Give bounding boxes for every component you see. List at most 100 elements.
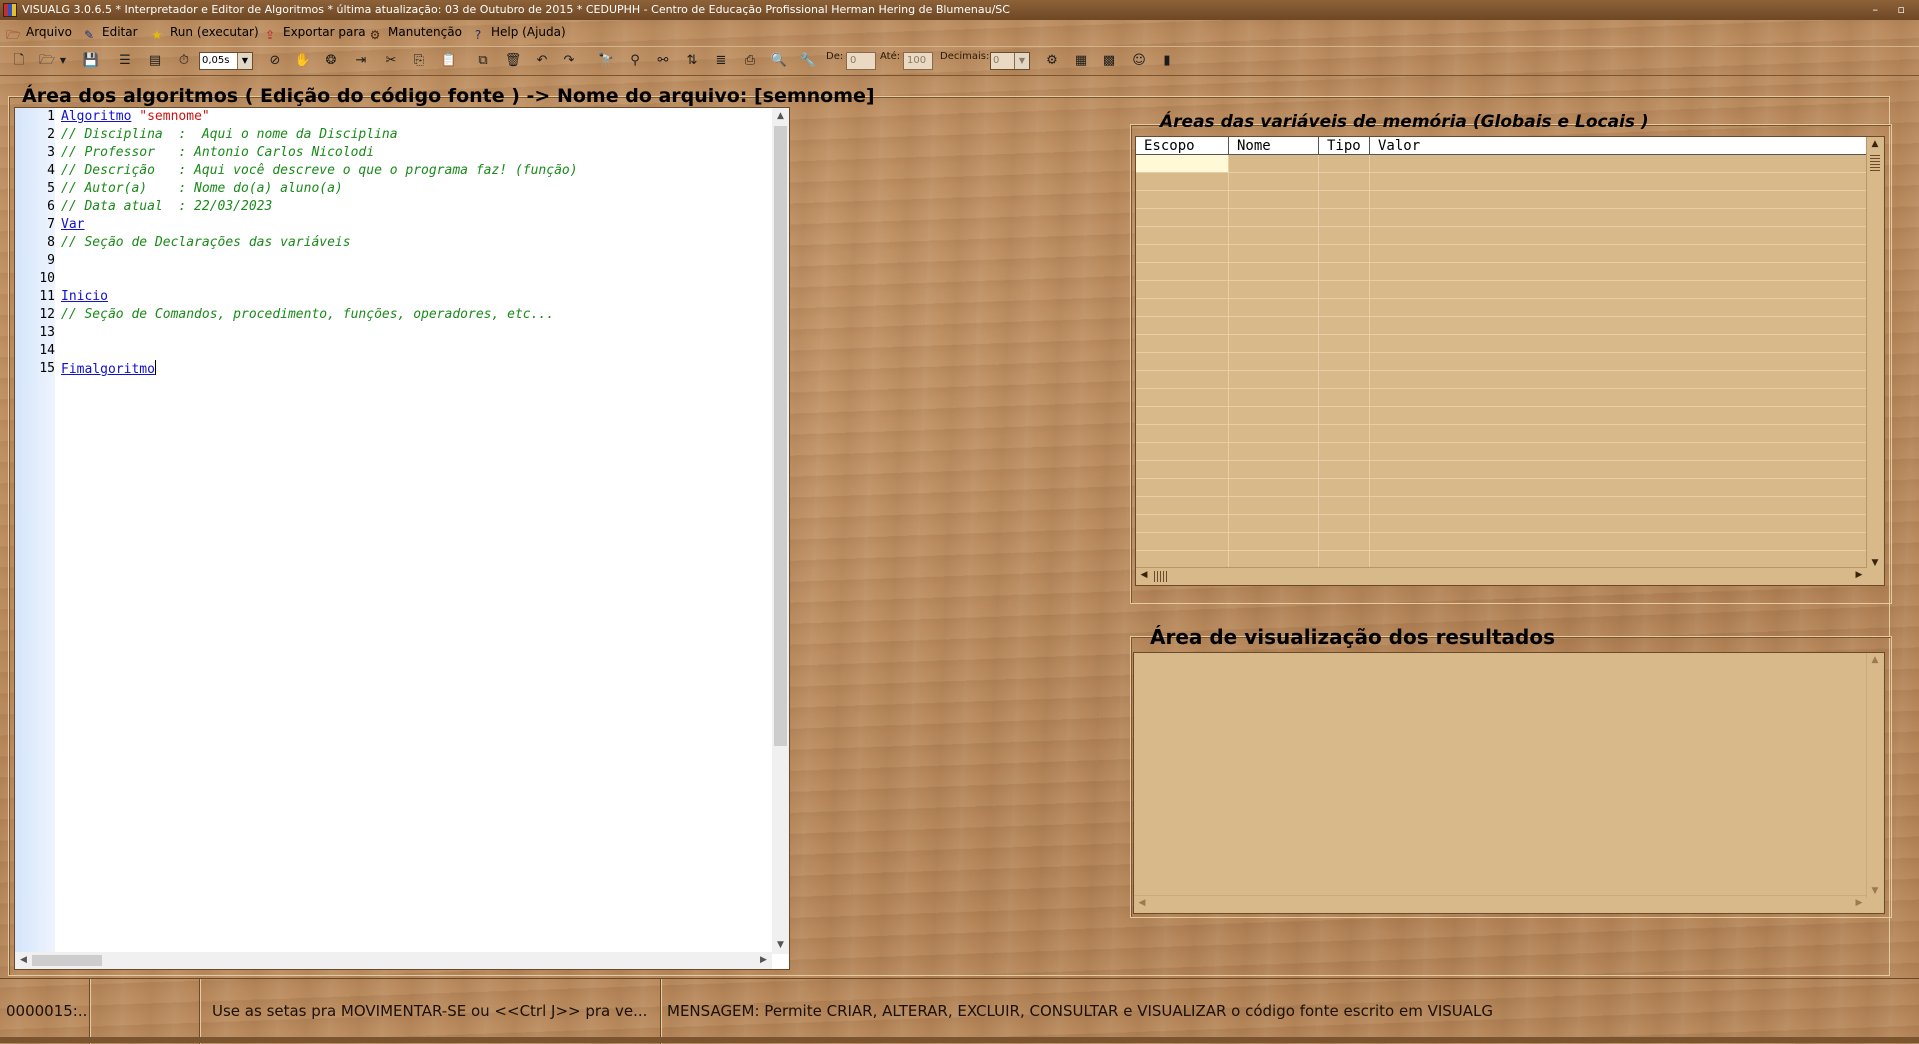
code-line[interactable]: 12 // Seção de Comandos, procedimento, fu…	[15, 306, 755, 324]
grid-vertical-scrollbar[interactable]: ▲ ▼	[1866, 137, 1884, 570]
variables-title: Áreas das variáveis de memória (Globais …	[1160, 112, 1649, 132]
menu-run[interactable]: ★ Run (executar)	[150, 24, 259, 42]
scroll-right-icon[interactable]: ▶	[755, 952, 772, 969]
code-line[interactable]: 7 Var	[15, 216, 755, 234]
calculator-icon[interactable]: ▦	[1072, 52, 1090, 70]
menu-arquivo[interactable]: 🗁 Arquivo	[6, 24, 72, 42]
chevron-down-icon[interactable]: ▼	[1014, 53, 1029, 69]
scroll-up-icon[interactable]: ▲	[1867, 655, 1883, 665]
code-editor[interactable]: 1 Algoritmo "semnome" 2 // Disciplina : Aqu…	[14, 107, 790, 970]
code-line[interactable]: 11 Inicio	[15, 288, 755, 306]
open-recent-dropdown-icon[interactable]: ▼	[58, 52, 68, 70]
preview-icon[interactable]: 🔍	[770, 52, 788, 70]
exit-icon[interactable]: ▮	[1158, 52, 1176, 70]
paste-icon[interactable]: 📋	[440, 52, 458, 70]
save-icon[interactable]: 💾	[82, 52, 100, 70]
replace-icon[interactable]: ⚯	[654, 52, 672, 70]
speed-select[interactable]: 0,05s ▼	[199, 52, 253, 70]
output-horizontal-scrollbar[interactable]: ◀ ▶	[1134, 895, 1867, 913]
code-line[interactable]: 4 // Descrição : Aqui você descreve o que…	[15, 162, 755, 180]
ate-input[interactable]: 100	[903, 52, 933, 70]
open-file-icon[interactable]: 🗁	[38, 52, 56, 70]
code-line[interactable]: 14	[15, 342, 755, 360]
variables-rows[interactable]	[1136, 155, 1867, 570]
delete-icon[interactable]: 🗑	[504, 52, 522, 70]
window-controls[interactable]: – ▫	[1873, 0, 1913, 20]
code-line[interactable]: 8 // Seção de Declarações das variáveis	[15, 234, 755, 252]
column-header-valor[interactable]: Valor	[1370, 137, 1867, 155]
line-number: 12	[39, 307, 55, 322]
code-line[interactable]: 6 // Data atual : 22/03/2023	[15, 198, 755, 216]
menu-exportar[interactable]: ⇪ Exportar para	[263, 24, 366, 42]
scroll-thumb[interactable]	[32, 955, 102, 966]
variables-grid[interactable]: Escopo Nome Tipo Valor ▲ ▼ ◀ ▶	[1135, 136, 1885, 586]
timer-icon[interactable]: ⏱	[175, 52, 193, 70]
outdent-icon[interactable]: ▤	[146, 52, 164, 70]
copy-icon[interactable]: ⎘	[410, 52, 428, 70]
new-file-icon[interactable]: 🗋	[10, 52, 28, 70]
column-header-escopo[interactable]: Escopo	[1136, 137, 1229, 155]
code-line[interactable]: 10	[15, 270, 755, 288]
redo-icon[interactable]: ↷	[560, 52, 578, 70]
menu-help[interactable]: ? Help (Ajuda)	[471, 24, 566, 42]
line-code: Algoritmo "semnome"	[61, 108, 210, 126]
comment: // Data atual : 22/03/2023	[61, 199, 273, 214]
scroll-up-icon[interactable]: ▲	[1867, 139, 1883, 149]
scroll-thumb[interactable]	[1870, 155, 1880, 171]
scroll-right-icon[interactable]: ▶	[1851, 570, 1867, 580]
cut-icon[interactable]: ✂	[382, 52, 400, 70]
users-icon[interactable]: ☺	[1130, 52, 1148, 70]
undo-icon[interactable]: ↶	[533, 52, 551, 70]
comment: // Professor : Antonio Carlos Nicolodi	[61, 145, 375, 160]
grid-horizontal-scrollbar[interactable]: ◀ ▶	[1136, 567, 1867, 585]
de-input[interactable]: 0	[846, 52, 876, 70]
scroll-thumb[interactable]	[1154, 571, 1168, 582]
duplicate-icon[interactable]: ⧉	[474, 52, 492, 70]
decimais-select[interactable]: 0 ▼	[990, 52, 1030, 70]
column-header-nome[interactable]: Nome	[1229, 137, 1319, 155]
menu-editar[interactable]: ✎ Editar	[82, 24, 138, 42]
code-line[interactable]: 15 Fimalgoritmo	[15, 360, 755, 378]
hand-icon[interactable]: ✋	[294, 52, 312, 70]
menu-manutencao[interactable]: ⚙ Manutenção	[368, 24, 462, 42]
scroll-thumb[interactable]	[774, 126, 787, 746]
indent-icon[interactable]: ☰	[116, 52, 134, 70]
scroll-left-icon[interactable]: ◀	[15, 952, 32, 969]
selected-cell[interactable]	[1136, 155, 1228, 172]
status-message: MENSAGEM: Permite CRIAR, ALTERAR, EXCLUI…	[667, 1002, 1494, 1020]
code-line[interactable]: 2 // Disciplina : Aqui o nome da Discipli…	[15, 126, 755, 144]
column-header-tipo[interactable]: Tipo	[1319, 137, 1370, 155]
scroll-down-icon[interactable]: ▼	[772, 937, 789, 954]
scroll-down-icon[interactable]: ▼	[1867, 886, 1883, 896]
grid-icon[interactable]: ▩	[1100, 52, 1118, 70]
print-icon[interactable]: ⎙	[741, 52, 759, 70]
chevron-down-icon[interactable]: ▼	[237, 53, 252, 69]
code-line[interactable]: 9	[15, 252, 755, 270]
find-next-icon[interactable]: ⚲	[626, 52, 644, 70]
breakpoint-icon[interactable]: ❂	[322, 52, 340, 70]
status-bar: 0000015:... Use as setas pra MOVIMENTAR-…	[0, 978, 1919, 1044]
tools-icon[interactable]: 🔧	[799, 52, 817, 70]
scroll-left-icon[interactable]: ◀	[1136, 570, 1152, 580]
line-code: // Autor(a) : Nome do(a) aluno(a)	[61, 180, 343, 198]
editor-vertical-scrollbar[interactable]: ▲ ▼	[772, 108, 789, 954]
scroll-up-icon[interactable]: ▲	[772, 108, 789, 125]
stop-icon[interactable]: ⊘	[266, 52, 284, 70]
scroll-right-icon[interactable]: ▶	[1851, 898, 1867, 908]
scroll-left-icon[interactable]: ◀	[1134, 898, 1150, 908]
editor-horizontal-scrollbar[interactable]: ◀ ▶	[15, 952, 772, 969]
output-area[interactable]: ▲ ▼ ◀ ▶	[1133, 652, 1885, 914]
sort-icon[interactable]: ⇅	[683, 52, 701, 70]
code-line[interactable]: 1 Algoritmo "semnome"	[15, 108, 755, 126]
code-line[interactable]: 3 // Professor : Antonio Carlos Nicolodi	[15, 144, 755, 162]
step-icon[interactable]: ⇥	[352, 52, 370, 70]
scroll-down-icon[interactable]: ▼	[1867, 558, 1883, 568]
line-number: 7	[47, 217, 55, 232]
line-number: 3	[47, 145, 55, 160]
find-icon[interactable]: 🔭	[597, 52, 615, 70]
output-vertical-scrollbar[interactable]: ▲ ▼	[1866, 653, 1884, 898]
list-icon[interactable]: ≣	[712, 52, 730, 70]
execute-icon[interactable]: ⚙	[1043, 52, 1061, 70]
code-line[interactable]: 5 // Autor(a) : Nome do(a) aluno(a)	[15, 180, 755, 198]
code-line[interactable]: 13	[15, 324, 755, 342]
